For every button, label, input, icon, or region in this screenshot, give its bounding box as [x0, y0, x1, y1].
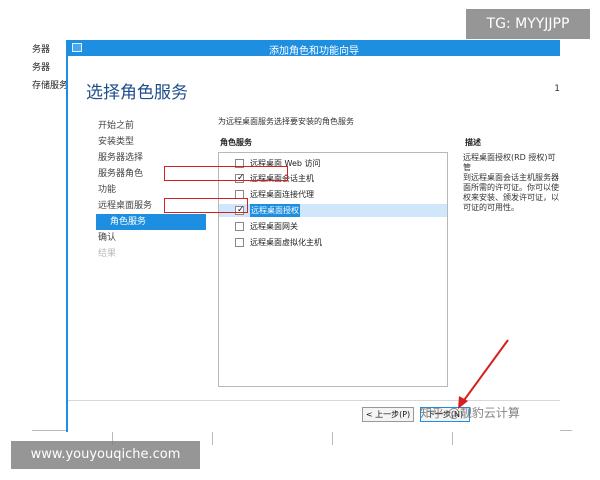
watermark-site: www.youyouqiche.com [11, 441, 200, 469]
watermark-zhihu: 知乎 @靓豹云计算 [420, 406, 520, 420]
watermark-tg: TG: MYYJJPP [466, 9, 590, 39]
